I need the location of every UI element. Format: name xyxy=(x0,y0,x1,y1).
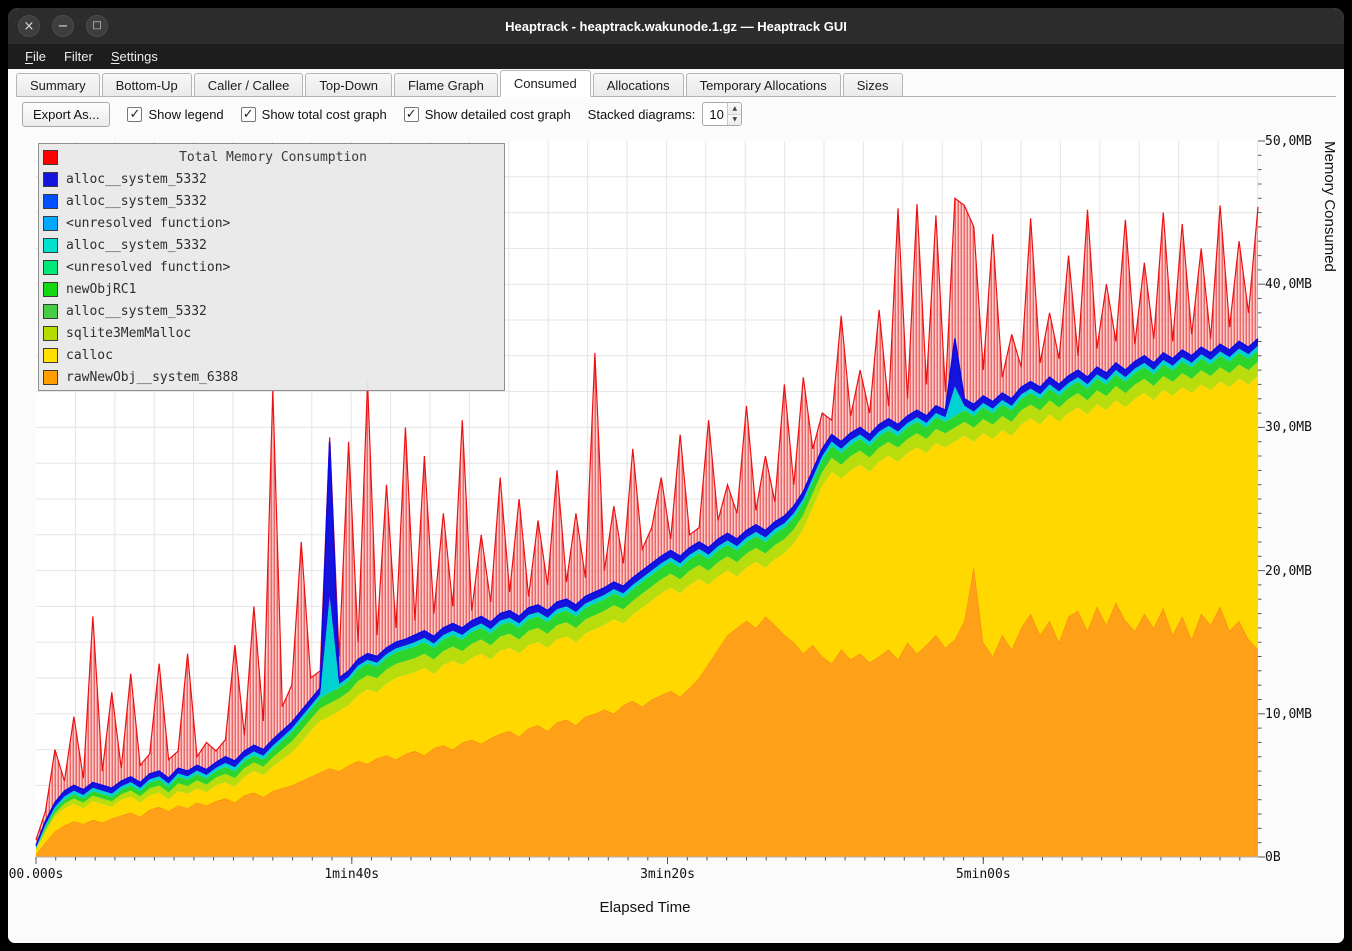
checkbox-box[interactable]: ✓ xyxy=(404,107,419,122)
x-axis-title: Elapsed Time xyxy=(8,899,1282,916)
legend-item: alloc__system_5332 xyxy=(43,300,504,322)
title-bar: × − □ Heaptrack - heaptrack.wakunode.1.g… xyxy=(8,8,1344,44)
legend-swatch xyxy=(43,370,58,385)
legend-swatch xyxy=(43,260,58,275)
legend-label: calloc xyxy=(66,348,113,363)
stacked-diagrams-group: Stacked diagrams: 10 ▲ ▼ xyxy=(588,102,743,126)
legend-item: rawNewObj__system_6388 xyxy=(43,366,504,388)
menu-filter[interactable]: Filter xyxy=(55,46,102,67)
checkbox-show-detailed-cost-graph[interactable]: ✓ Show detailed cost graph xyxy=(404,107,571,122)
menu-bar: FileFilterSettings xyxy=(8,44,1344,69)
menu-file[interactable]: File xyxy=(16,46,55,67)
checkbox-label: Show total cost graph xyxy=(262,107,387,122)
legend-label: rawNewObj__system_6388 xyxy=(66,370,238,385)
export-as-button[interactable]: Export As... xyxy=(22,102,110,127)
y-axis-title: Memory Consumed xyxy=(1321,141,1338,857)
checkbox-box[interactable]: ✓ xyxy=(241,107,256,122)
legend-swatch xyxy=(43,238,58,253)
toolbar-checkboxes: ✓ Show legend ✓ Show total cost graph ✓ Show … xyxy=(127,107,570,122)
spinbox-value[interactable]: 10 xyxy=(703,103,727,125)
tab-temporary-allocations[interactable]: Temporary Allocations xyxy=(686,73,841,96)
stacked-diagrams-label: Stacked diagrams: xyxy=(588,107,696,122)
stacked-diagrams-spinbox[interactable]: 10 ▲ ▼ xyxy=(702,102,742,126)
tab-top-down[interactable]: Top-Down xyxy=(305,73,392,96)
window-title: Heaptrack - heaptrack.wakunode.1.gz — He… xyxy=(8,19,1344,34)
chart-legend: Total Memory Consumption alloc__system_53… xyxy=(38,143,505,391)
close-button[interactable]: × xyxy=(18,15,40,37)
legend-swatch xyxy=(43,304,58,319)
window-controls: × − □ xyxy=(18,15,108,37)
legend-item: newObjRC1 xyxy=(43,278,504,300)
checkbox-label: Show legend xyxy=(148,107,223,122)
legend-label: <unresolved function> xyxy=(66,216,230,231)
legend-label: Total Memory Consumption xyxy=(66,150,480,165)
legend-swatch xyxy=(43,194,58,209)
legend-item: calloc xyxy=(43,344,504,366)
window: × − □ Heaptrack - heaptrack.wakunode.1.g… xyxy=(8,8,1344,943)
tab-flame-graph[interactable]: Flame Graph xyxy=(394,73,498,96)
legend-swatch xyxy=(43,216,58,231)
legend-label: alloc__system_5332 xyxy=(66,304,207,319)
legend-swatch xyxy=(43,348,58,363)
checkbox-show-legend[interactable]: ✓ Show legend xyxy=(127,107,223,122)
tab-consumed[interactable]: Consumed xyxy=(500,70,591,97)
checkbox-box[interactable]: ✓ xyxy=(127,107,142,122)
spinbox-buttons: ▲ ▼ xyxy=(727,103,741,125)
legend-swatch xyxy=(43,172,58,187)
tab-caller-callee[interactable]: Caller / Callee xyxy=(194,73,304,96)
legend-item: alloc__system_5332 xyxy=(43,190,504,212)
legend-item: alloc__system_5332 xyxy=(43,168,504,190)
spin-up-button[interactable]: ▲ xyxy=(728,103,741,115)
legend-item: sqlite3MemMalloc xyxy=(43,322,504,344)
legend-title-row: Total Memory Consumption xyxy=(43,146,504,168)
minimize-button[interactable]: − xyxy=(52,15,74,37)
tab-summary[interactable]: Summary xyxy=(16,73,100,96)
legend-swatch xyxy=(43,150,58,165)
legend-swatch xyxy=(43,282,58,297)
legend-label: alloc__system_5332 xyxy=(66,194,207,209)
checkbox-label: Show detailed cost graph xyxy=(425,107,571,122)
tab-allocations[interactable]: Allocations xyxy=(593,73,684,96)
checkbox-show-total-cost-graph[interactable]: ✓ Show total cost graph xyxy=(241,107,387,122)
spin-down-button[interactable]: ▼ xyxy=(728,115,741,126)
tab-bar: SummaryBottom-UpCaller / CalleeTop-DownF… xyxy=(16,70,1336,97)
legend-item: <unresolved function> xyxy=(43,256,504,278)
tab-bottom-up[interactable]: Bottom-Up xyxy=(102,73,192,96)
legend-item: alloc__system_5332 xyxy=(43,234,504,256)
legend-label: alloc__system_5332 xyxy=(66,238,207,253)
legend-label: alloc__system_5332 xyxy=(66,172,207,187)
legend-label: sqlite3MemMalloc xyxy=(66,326,191,341)
toolbar: Export As... ✓ Show legend ✓ Show total cos… xyxy=(22,100,742,128)
legend-swatch xyxy=(43,326,58,341)
legend-label: <unresolved function> xyxy=(66,260,230,275)
tab-sizes[interactable]: Sizes xyxy=(843,73,903,96)
maximize-button[interactable]: □ xyxy=(86,15,108,37)
menu-settings[interactable]: Settings xyxy=(102,46,167,67)
legend-label: newObjRC1 xyxy=(66,282,136,297)
legend-item: <unresolved function> xyxy=(43,212,504,234)
